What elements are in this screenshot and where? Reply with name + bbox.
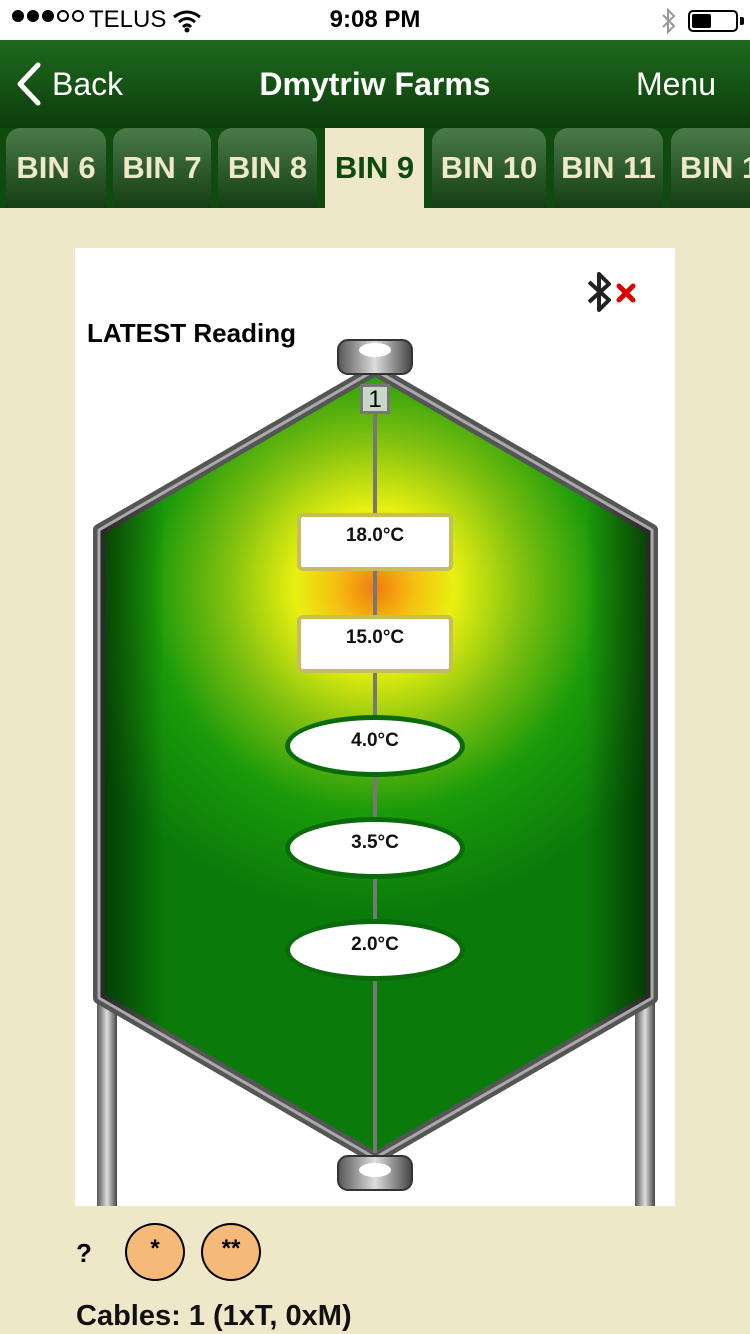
bin-tab-bar: BIN 6 BIN 7 BIN 8 BIN 9 BIN 10 BIN 11 BI… bbox=[0, 128, 750, 208]
cables-summary: Cables: 1 (1xT, 0xM) bbox=[76, 1300, 352, 1332]
tab-bin-12[interactable]: BIN 12 bbox=[671, 128, 750, 208]
bluetooth-status-icon bbox=[660, 7, 678, 39]
clock: 9:08 PM bbox=[329, 6, 421, 33]
tab-bin-10[interactable]: BIN 10 bbox=[432, 128, 546, 208]
temperature-reading[interactable]: 3.5°C bbox=[285, 817, 465, 879]
tab-bin-6[interactable]: BIN 6 bbox=[6, 128, 106, 208]
status-bar: TELUS 9:08 PM bbox=[0, 0, 750, 40]
tab-bin-9[interactable]: BIN 9 bbox=[325, 128, 424, 208]
navigation-bar: Back Dmytriw Farms Menu bbox=[0, 40, 750, 128]
tab-bin-8[interactable]: BIN 8 bbox=[218, 128, 317, 208]
temperature-reading[interactable]: 2.0°C bbox=[285, 919, 465, 981]
battery-icon bbox=[688, 10, 744, 32]
cable-number-tag[interactable]: 1 bbox=[360, 384, 390, 414]
filter-one-star-button[interactable]: * bbox=[125, 1223, 185, 1281]
temperature-reading[interactable]: 18.0°C bbox=[297, 513, 453, 571]
filter-two-star-button[interactable]: ** bbox=[201, 1223, 261, 1281]
latest-reading-label: LATEST Reading bbox=[87, 318, 296, 348]
bin-visualization: LATEST Reading 1 18.0°C 15.0°C 4.0°C 3.5… bbox=[75, 248, 675, 1206]
help-button[interactable]: ? bbox=[76, 1238, 92, 1269]
tab-bin-7[interactable]: BIN 7 bbox=[113, 128, 211, 208]
menu-button[interactable]: Menu bbox=[636, 66, 716, 103]
temperature-reading[interactable]: 4.0°C bbox=[285, 715, 465, 777]
temperature-reading[interactable]: 15.0°C bbox=[297, 615, 453, 673]
tab-bin-11[interactable]: BIN 11 bbox=[554, 128, 663, 208]
